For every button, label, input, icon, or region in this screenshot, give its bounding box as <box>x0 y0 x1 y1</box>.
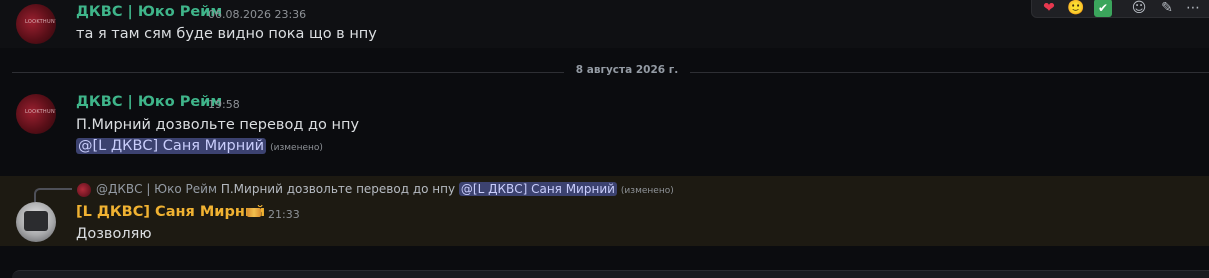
edit-icon[interactable]: ✎ <box>1158 0 1176 17</box>
chat-view: LOOKTHUNT ДКВС | Юко Рейм 06.08.2026 23:… <box>0 0 1209 278</box>
message-timestamp[interactable]: 19:58 <box>208 98 240 111</box>
message-timestamp[interactable]: 21:33 <box>268 208 300 221</box>
date-divider-line-left <box>12 72 564 73</box>
message-text-line-2: @[L ДКВС] Саня Мирний (изменено) <box>76 138 323 154</box>
avatar-stamp-shape <box>24 211 48 231</box>
date-divider-label: 8 августа 2026 г. <box>575 64 679 76</box>
date-divider-line-right <box>690 72 1209 73</box>
user-avatar[interactable]: LOOKTHUNT <box>16 94 56 134</box>
message-3-highlighted[interactable]: @ДКВС | Юко Рейм П.Мирний дозвольте пере… <box>0 176 1209 246</box>
edited-marker: (изменено) <box>270 143 323 153</box>
check-reaction-icon[interactable]: ✔ <box>1094 0 1112 17</box>
user-mention[interactable]: @[L ДКВС] Саня Мирний <box>76 138 267 154</box>
message-text: Дозволяю <box>76 226 152 242</box>
more-icon[interactable]: ⋯ <box>1184 0 1202 17</box>
slightly-smiling-reaction-icon[interactable]: 🙂 <box>1067 0 1085 17</box>
reply-edited-marker: (изменено) <box>620 186 674 196</box>
message-timestamp[interactable]: 06.08.2026 23:36 <box>208 8 306 21</box>
reply-author-avatar <box>77 183 91 197</box>
message-actions-toolbar: ❤ 🙂 ✔ ☺ ✎ ⋯ <box>1031 0 1209 18</box>
message-author[interactable]: ДКВС | Юко Рейм <box>76 4 222 20</box>
message-author[interactable]: [L ДКВС] Саня Мирний <box>76 204 265 220</box>
avatar-logo-text: LOOKTHUNT <box>25 109 56 115</box>
reply-text: П.Мирний дозвольте перевод до нпу <box>220 182 456 196</box>
role-badge-icon <box>247 208 261 217</box>
message-text: П.Мирний дозвольте перевод до нпу <box>76 117 360 133</box>
message-text: та я там сям буде видно пока що в нпу <box>76 26 377 42</box>
add-reaction-icon[interactable]: ☺ <box>1130 0 1148 17</box>
avatar-logo-text: LOOKTHUNT <box>25 19 56 25</box>
reply-author[interactable]: @ДКВС | Юко Рейм <box>96 182 217 196</box>
reply-preview[interactable]: @ДКВС | Юко Рейм П.Мирний дозвольте пере… <box>96 182 674 196</box>
heart-reaction-icon[interactable]: ❤ <box>1040 0 1058 17</box>
user-avatar[interactable]: LOOKTHUNT <box>16 4 56 44</box>
message-1[interactable]: LOOKTHUNT ДКВС | Юко Рейм 06.08.2026 23:… <box>0 0 1209 48</box>
user-avatar[interactable] <box>16 202 56 242</box>
reply-mention[interactable]: @[L ДКВС] Саня Мирний <box>458 182 617 196</box>
message-author[interactable]: ДКВС | Юко Рейм <box>76 94 222 110</box>
message-input-bar[interactable] <box>12 270 1209 278</box>
reply-connector <box>34 188 72 202</box>
